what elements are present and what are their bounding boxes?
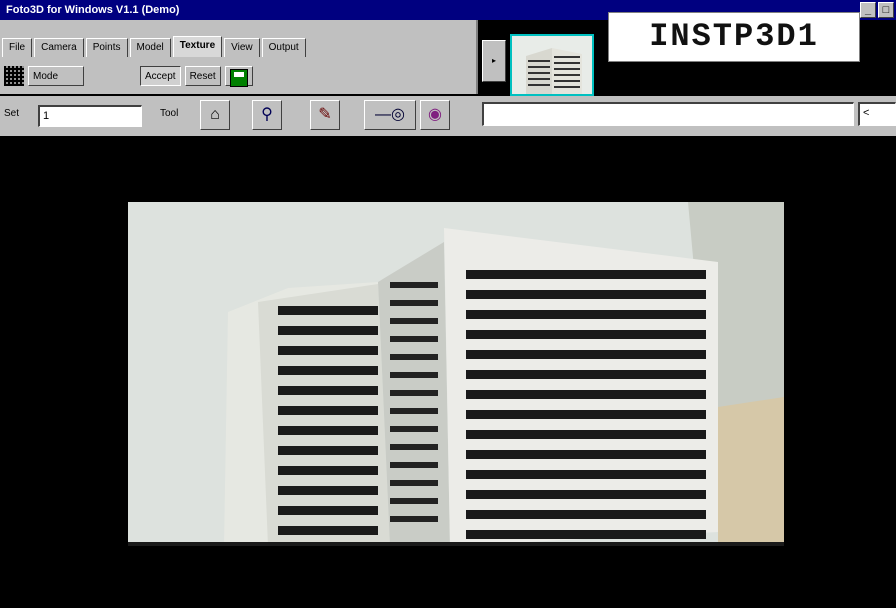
camera-icon: ⌂ bbox=[210, 106, 220, 123]
tab-view[interactable]: View bbox=[224, 38, 260, 57]
thumbnail-nav-button[interactable]: ▸ bbox=[482, 40, 506, 82]
tab-texture[interactable]: Texture bbox=[172, 36, 223, 57]
tab-camera[interactable]: Camera bbox=[34, 38, 84, 57]
maximize-button[interactable]: □ bbox=[878, 2, 894, 18]
set-field[interactable]: 1 bbox=[38, 105, 142, 127]
reset-button[interactable]: Reset bbox=[184, 66, 221, 86]
accept-button[interactable]: Accept bbox=[140, 66, 181, 86]
line-tool-button[interactable]: —◎ bbox=[364, 100, 416, 130]
panel-controls: Mode Accept Reset bbox=[4, 64, 253, 88]
tab-file[interactable]: File bbox=[2, 38, 33, 57]
point-tool-button[interactable]: ✎ bbox=[310, 100, 340, 130]
status-field[interactable] bbox=[482, 102, 854, 126]
point-icon: ✎ bbox=[318, 106, 332, 123]
tab-points[interactable]: Points bbox=[85, 38, 128, 57]
set-label: Set bbox=[4, 108, 20, 119]
save-icon bbox=[229, 69, 248, 87]
right-field[interactable]: < bbox=[858, 102, 896, 126]
tab-strip: File Camera Points Model Texture View Ou… bbox=[2, 36, 308, 58]
window-title: Foto3D for Windows V1.1 (Demo) bbox=[6, 4, 180, 16]
mode-field[interactable]: Mode bbox=[28, 66, 84, 86]
building-image bbox=[128, 202, 784, 546]
image-name-label: INSTP3D1 bbox=[608, 12, 860, 62]
grid-icon[interactable] bbox=[4, 66, 24, 86]
save-button[interactable] bbox=[224, 66, 253, 87]
tab-output[interactable]: Output bbox=[261, 38, 306, 57]
zoom-tool-button[interactable]: ⚲ bbox=[252, 100, 282, 130]
tool-label: Tool bbox=[160, 108, 179, 119]
control-panel: File Camera Points Model Texture View Ou… bbox=[0, 20, 478, 94]
eye-tool-button[interactable]: ◉ bbox=[420, 100, 450, 130]
minimize-button[interactable]: _ bbox=[860, 2, 876, 18]
tab-model[interactable]: Model bbox=[129, 38, 171, 57]
thumbnail-preview[interactable] bbox=[510, 34, 594, 96]
line-icon: —◎ bbox=[375, 106, 405, 123]
building-photo[interactable] bbox=[128, 202, 784, 546]
zoom-icon: ⚲ bbox=[261, 106, 273, 123]
eye-icon: ◉ bbox=[428, 106, 442, 123]
toolbar: Set 1 Tool ⌂ ⚲ ✎ —◎ ◉ < bbox=[0, 96, 896, 136]
camera-tool-button[interactable]: ⌂ bbox=[200, 100, 230, 130]
